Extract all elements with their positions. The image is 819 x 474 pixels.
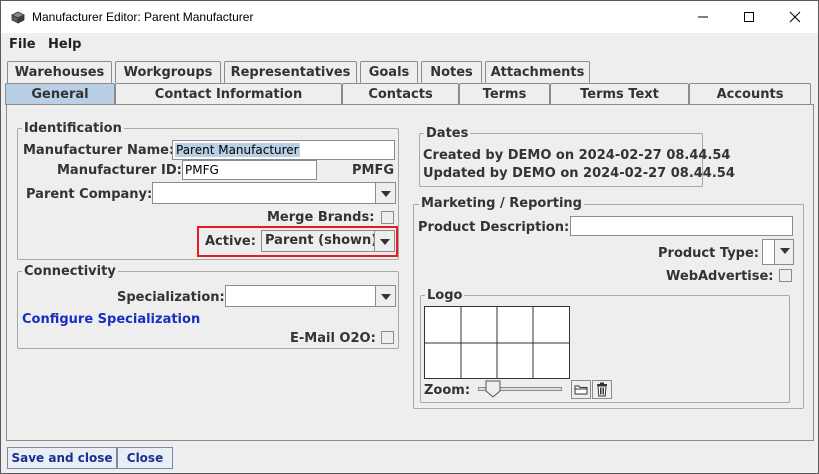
email-o2o-label: E-Mail O2O:: [290, 331, 376, 346]
product-description-label: Product Description:: [418, 220, 570, 235]
identification-legend: Identification: [22, 121, 124, 136]
tab-goals[interactable]: Goals: [360, 61, 418, 83]
chevron-down-icon[interactable]: [375, 183, 395, 203]
tab-contacts[interactable]: Contacts: [342, 83, 459, 105]
updated-user: DEMO: [512, 166, 556, 181]
email-o2o-checkbox[interactable]: [381, 331, 394, 344]
created-line: Created by DEMO on 2024-02-27 08.44.54: [423, 148, 730, 163]
chevron-down-icon[interactable]: [374, 231, 394, 251]
close-button[interactable]: Close: [117, 447, 173, 469]
menu-file[interactable]: File: [9, 37, 36, 52]
active-combo[interactable]: Parent (shown): [261, 230, 395, 252]
product-type-combo[interactable]: [762, 239, 794, 265]
active-value: Parent (shown): [265, 233, 378, 248]
updated-prefix: Updated by: [423, 166, 508, 181]
configure-specialization-link[interactable]: Configure Specialization: [22, 312, 200, 327]
title-bar: Manufacturer Editor: Parent Manufacturer: [1, 1, 818, 33]
tab-workgroups[interactable]: Workgroups: [115, 61, 221, 83]
tab-warehouses[interactable]: Warehouses: [7, 61, 112, 83]
maximize-button[interactable]: [726, 1, 772, 33]
delete-logo-button[interactable]: [592, 380, 612, 399]
open-logo-button[interactable]: [571, 380, 591, 399]
created-date: 2024-02-27 08.44.54: [578, 148, 731, 163]
logo-image-area[interactable]: [424, 306, 570, 379]
merge-brands-label: Merge Brands:: [267, 210, 375, 225]
tab-attachments[interactable]: Attachments: [485, 61, 590, 83]
minimize-icon: [698, 16, 708, 18]
tab-general[interactable]: General: [5, 83, 115, 105]
chevron-down-icon[interactable]: [774, 240, 793, 264]
manufacturer-id-code: PMFG: [352, 163, 395, 178]
manufacturer-name-label: Manufacturer Name:: [23, 143, 175, 158]
product-type-label: Product Type:: [658, 246, 759, 261]
minimize-button[interactable]: [680, 1, 726, 33]
dates-legend: Dates: [424, 126, 471, 141]
manufacturer-name-input[interactable]: Parent Manufacturer: [172, 140, 395, 160]
window-title: Manufacturer Editor: Parent Manufacturer: [32, 10, 254, 24]
product-description-input[interactable]: [570, 216, 793, 236]
updated-line: Updated by DEMO on 2024-02-27 08.44.54: [423, 166, 735, 181]
webadvertise-checkbox[interactable]: [779, 269, 792, 282]
connectivity-legend: Connectivity: [22, 264, 118, 279]
app-icon: [11, 11, 25, 24]
active-label: Active:: [205, 234, 256, 249]
zoom-label: Zoom:: [424, 383, 471, 398]
maximize-icon: [744, 12, 754, 22]
folder-icon: [574, 385, 588, 395]
chevron-down-icon[interactable]: [375, 286, 395, 306]
parent-company-combo[interactable]: [152, 182, 396, 204]
manufacturer-id-input[interactable]: PMFG: [182, 160, 317, 180]
updated-date: 2024-02-27 08.44.54: [583, 166, 735, 181]
manufacturer-id-label: Manufacturer ID:: [57, 163, 182, 178]
updated-on: on: [560, 166, 579, 181]
zoom-slider-thumb[interactable]: [485, 380, 501, 398]
created-on: on: [555, 148, 575, 163]
tab-terms[interactable]: Terms: [459, 83, 550, 105]
logo-grid: [425, 307, 569, 378]
specialization-combo[interactable]: [225, 285, 396, 307]
tab-notes[interactable]: Notes: [421, 61, 482, 83]
webadvertise-label: WebAdvertise:: [666, 269, 774, 284]
save-and-close-button[interactable]: Save and close: [7, 447, 117, 469]
specialization-label: Specialization:: [117, 290, 225, 305]
menu-help[interactable]: Help: [48, 37, 81, 52]
tab-representatives[interactable]: Representatives: [224, 61, 357, 83]
close-icon: [789, 11, 801, 23]
menu-bar: File Help: [1, 33, 818, 57]
tab-contact-information[interactable]: Contact Information: [115, 83, 342, 105]
marketing-legend: Marketing / Reporting: [419, 196, 584, 211]
tab-accounts[interactable]: Accounts: [689, 83, 811, 105]
trash-icon: [597, 382, 607, 397]
created-user: DEMO: [507, 148, 552, 163]
close-window-button[interactable]: [772, 1, 818, 33]
manufacturer-editor-window: Manufacturer Editor: Parent Manufacturer…: [0, 0, 819, 474]
zoom-slider[interactable]: [478, 380, 564, 398]
parent-company-label: Parent Company:: [26, 187, 153, 202]
merge-brands-checkbox[interactable]: [381, 211, 394, 224]
created-prefix: Created by: [423, 148, 504, 163]
manufacturer-name-value: Parent Manufacturer: [175, 143, 300, 157]
logo-legend: Logo: [425, 288, 465, 303]
tab-terms-text[interactable]: Terms Text: [550, 83, 689, 105]
